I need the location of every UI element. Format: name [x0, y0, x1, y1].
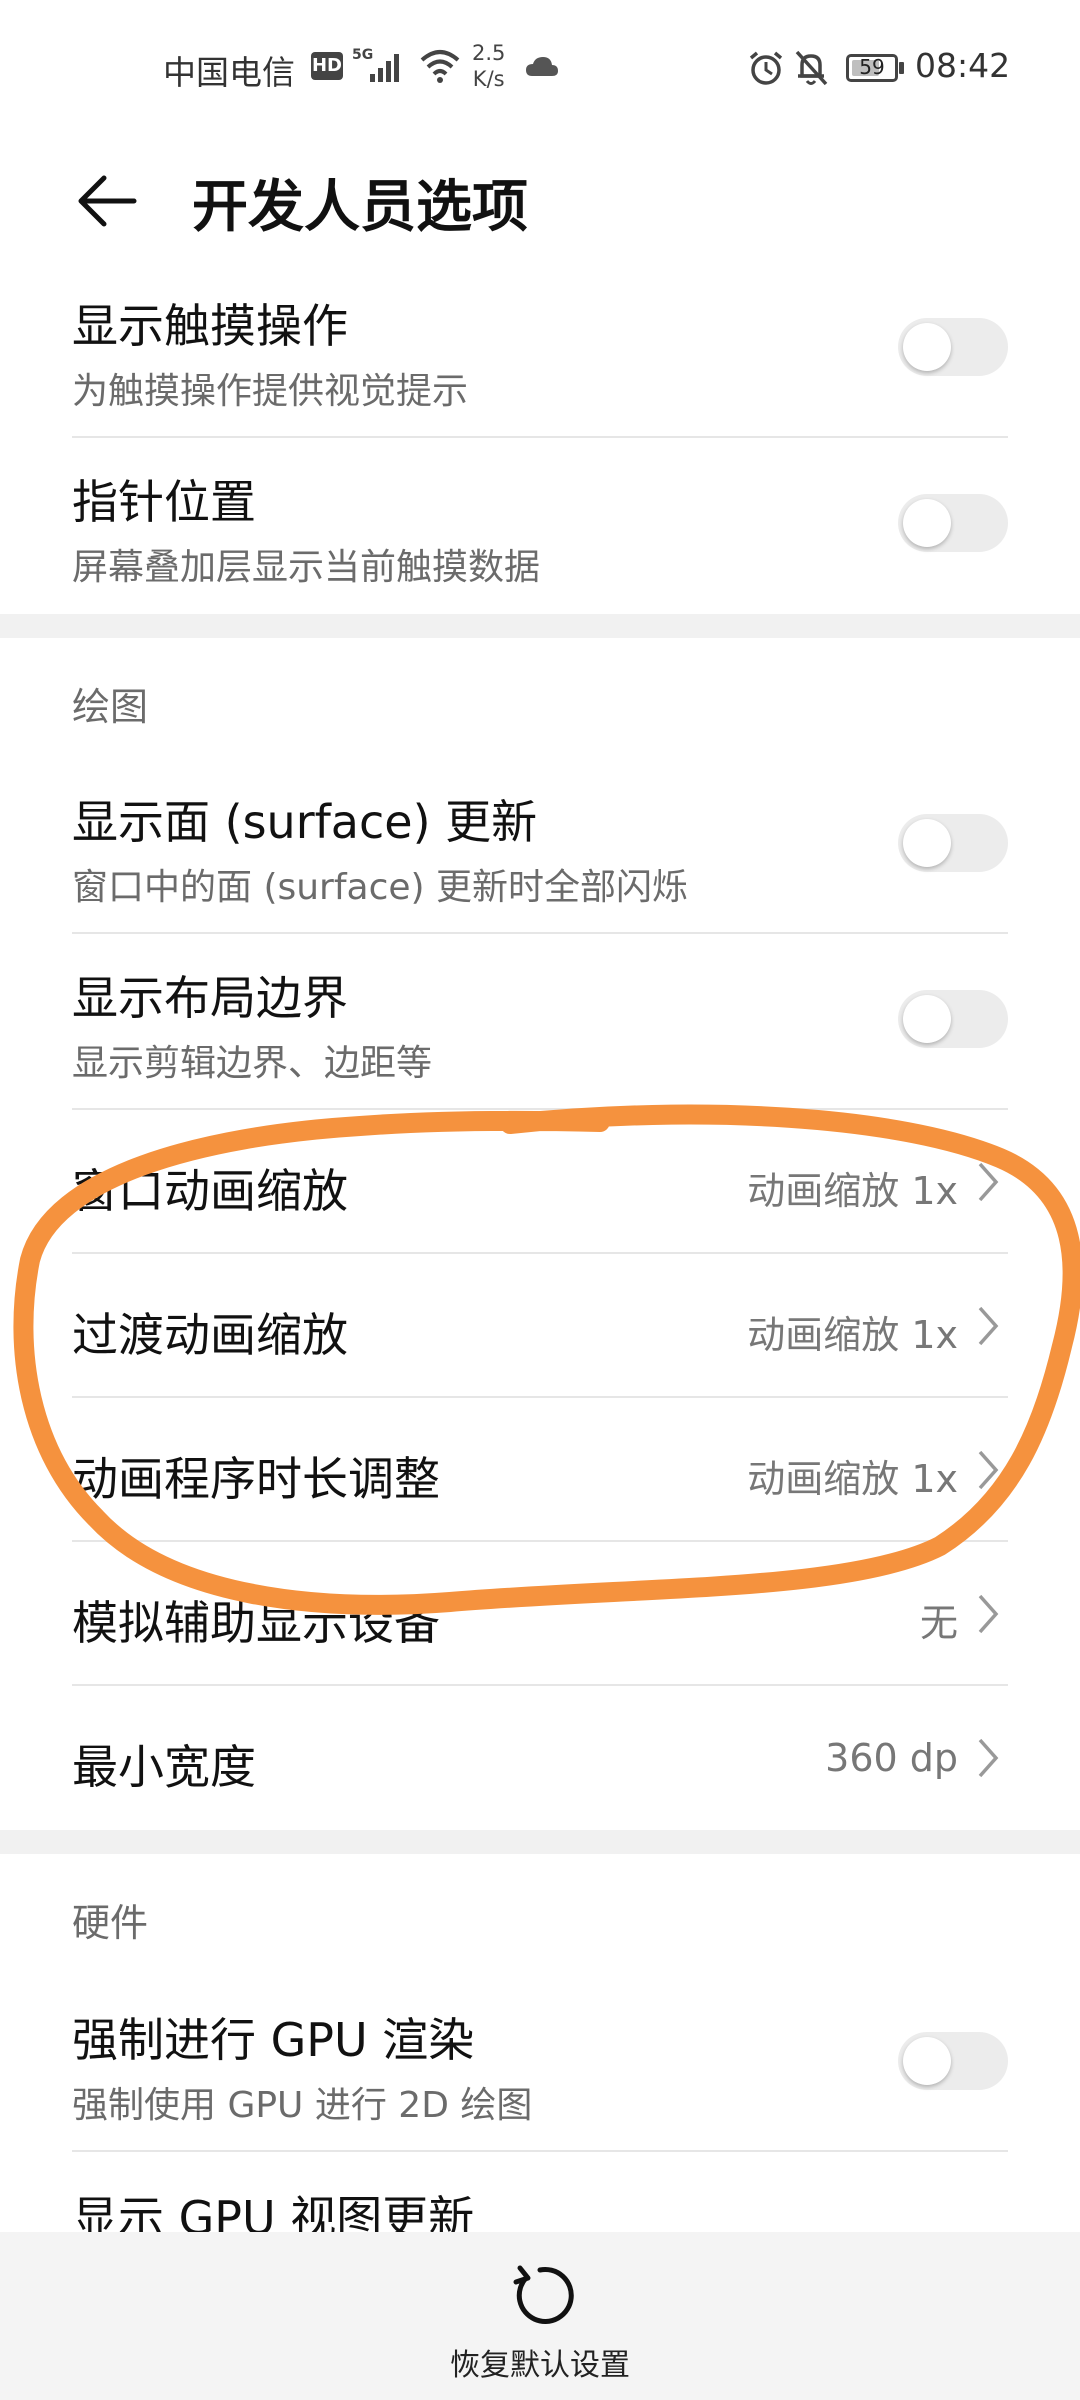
- signal-5g-icon: 5G: [352, 47, 399, 82]
- pointer-location-toggle[interactable]: [898, 494, 1008, 552]
- simulate-secondary-displays-value: 无: [919, 1601, 958, 1645]
- network-speed-value: 2.5: [472, 41, 506, 65]
- network-label: 5G: [352, 47, 373, 63]
- section-gap: [0, 614, 1080, 638]
- toggle-knob: [903, 819, 951, 867]
- animator-duration-scale-row[interactable]: 动画程序时长调整 动画缩放 1x: [0, 1398, 1080, 1542]
- network-speed: 2.5 K/s: [472, 40, 505, 92]
- show-layout-bounds-row[interactable]: 显示布局边界 显示剪辑边界、边距等: [0, 934, 1080, 1110]
- force-gpu-rendering-subtitle: 强制使用 GPU 进行 2D 绘图: [72, 2085, 533, 2126]
- window-animation-scale-title: 窗口动画缩放: [72, 1164, 348, 1218]
- force-gpu-rendering-row[interactable]: 强制进行 GPU 渲染 强制使用 GPU 进行 2D 绘图: [0, 1976, 1080, 2152]
- section-gap: [0, 1830, 1080, 1854]
- smallest-width-value: 360 dp: [825, 1736, 958, 1780]
- title-bar: 开发人员选项: [0, 136, 1080, 260]
- smallest-width-title: 最小宽度: [72, 1740, 256, 1794]
- page-title: 开发人员选项: [192, 175, 528, 240]
- transition-animation-scale-title: 过渡动画缩放: [72, 1308, 348, 1362]
- show-layout-bounds-title: 显示布局边界: [72, 971, 348, 1025]
- show-touches-title: 显示触摸操作: [72, 299, 348, 353]
- battery-tip: [899, 62, 904, 74]
- window-animation-scale-row[interactable]: 窗口动画缩放 动画缩放 1x: [0, 1110, 1080, 1254]
- chevron-right-icon: [978, 1450, 999, 1490]
- chevron-right-icon: [978, 1738, 999, 1778]
- notifications-off-icon: [795, 50, 828, 86]
- show-surface-updates-subtitle: 窗口中的面 (surface) 更新时全部闪烁: [72, 867, 689, 908]
- alarm-icon: [749, 51, 783, 85]
- toggle-knob: [903, 995, 951, 1043]
- show-surface-updates-toggle[interactable]: [898, 814, 1008, 872]
- simulate-secondary-displays-title: 模拟辅助显示设备: [72, 1596, 440, 1650]
- show-surface-updates-row[interactable]: 显示面 (surface) 更新 窗口中的面 (surface) 更新时全部闪烁: [0, 758, 1080, 934]
- toggle-knob: [903, 499, 951, 547]
- chevron-right-icon: [978, 1162, 999, 1202]
- clock: 08:42: [915, 46, 1011, 85]
- section-header-drawing: 绘图: [72, 685, 149, 729]
- force-gpu-rendering-title: 强制进行 GPU 渲染: [72, 2013, 475, 2067]
- battery-level: 59: [859, 55, 885, 79]
- toggle-knob: [903, 2037, 951, 2085]
- hd-badge: HD: [311, 52, 343, 80]
- simulate-secondary-displays-row[interactable]: 模拟辅助显示设备 无: [0, 1542, 1080, 1686]
- cloud-icon: [526, 57, 558, 76]
- animator-duration-scale-value: 动画缩放 1x: [747, 1457, 958, 1501]
- carrier-label: 中国电信: [163, 53, 295, 92]
- toggle-knob: [903, 323, 951, 371]
- chevron-right-icon: [978, 1594, 999, 1634]
- window-animation-scale-value: 动画缩放 1x: [747, 1169, 958, 1213]
- pointer-location-subtitle: 屏幕叠加层显示当前触摸数据: [72, 547, 541, 588]
- show-touches-subtitle: 为触摸操作提供视觉提示: [72, 371, 469, 412]
- show-layout-bounds-subtitle: 显示剪辑边界、边距等: [72, 1043, 433, 1084]
- force-gpu-rendering-toggle[interactable]: [898, 2032, 1008, 2090]
- smallest-width-row[interactable]: 最小宽度 360 dp: [0, 1686, 1080, 1830]
- pointer-location-row[interactable]: 指针位置 屏幕叠加层显示当前触摸数据: [0, 438, 1080, 614]
- pointer-location-title: 指针位置: [72, 475, 256, 529]
- wifi-icon: [420, 50, 460, 83]
- transition-animation-scale-row[interactable]: 过渡动画缩放 动画缩放 1x: [0, 1254, 1080, 1398]
- chevron-right-icon: [978, 1306, 999, 1346]
- restore-defaults-label: 恢复默认设置: [450, 2348, 630, 2383]
- restore-defaults-button[interactable]: 恢复默认设置: [400, 2242, 680, 2392]
- back-arrow-icon[interactable]: [72, 166, 142, 236]
- section-header-hardware: 硬件: [72, 1901, 149, 1945]
- animator-duration-scale-title: 动画程序时长调整: [72, 1452, 440, 1506]
- battery-icon: 59: [846, 54, 898, 82]
- transition-animation-scale-value: 动画缩放 1x: [747, 1313, 958, 1357]
- show-surface-updates-title: 显示面 (surface) 更新: [72, 795, 538, 849]
- show-touches-row[interactable]: 显示触摸操作 为触摸操作提供视觉提示: [0, 262, 1080, 438]
- bottom-bar: 恢复默认设置: [0, 2232, 1080, 2400]
- restore-icon: [513, 2265, 574, 2324]
- show-touches-toggle[interactable]: [898, 318, 1008, 376]
- show-gpu-view-updates-row[interactable]: 显示 GPU 视图更新: [0, 2152, 1080, 2245]
- status-bar: 中国电信 HD 5G 2.5 K/s 59 08:42: [0, 0, 1080, 136]
- show-layout-bounds-toggle[interactable]: [898, 990, 1008, 1048]
- network-speed-unit: K/s: [472, 67, 505, 91]
